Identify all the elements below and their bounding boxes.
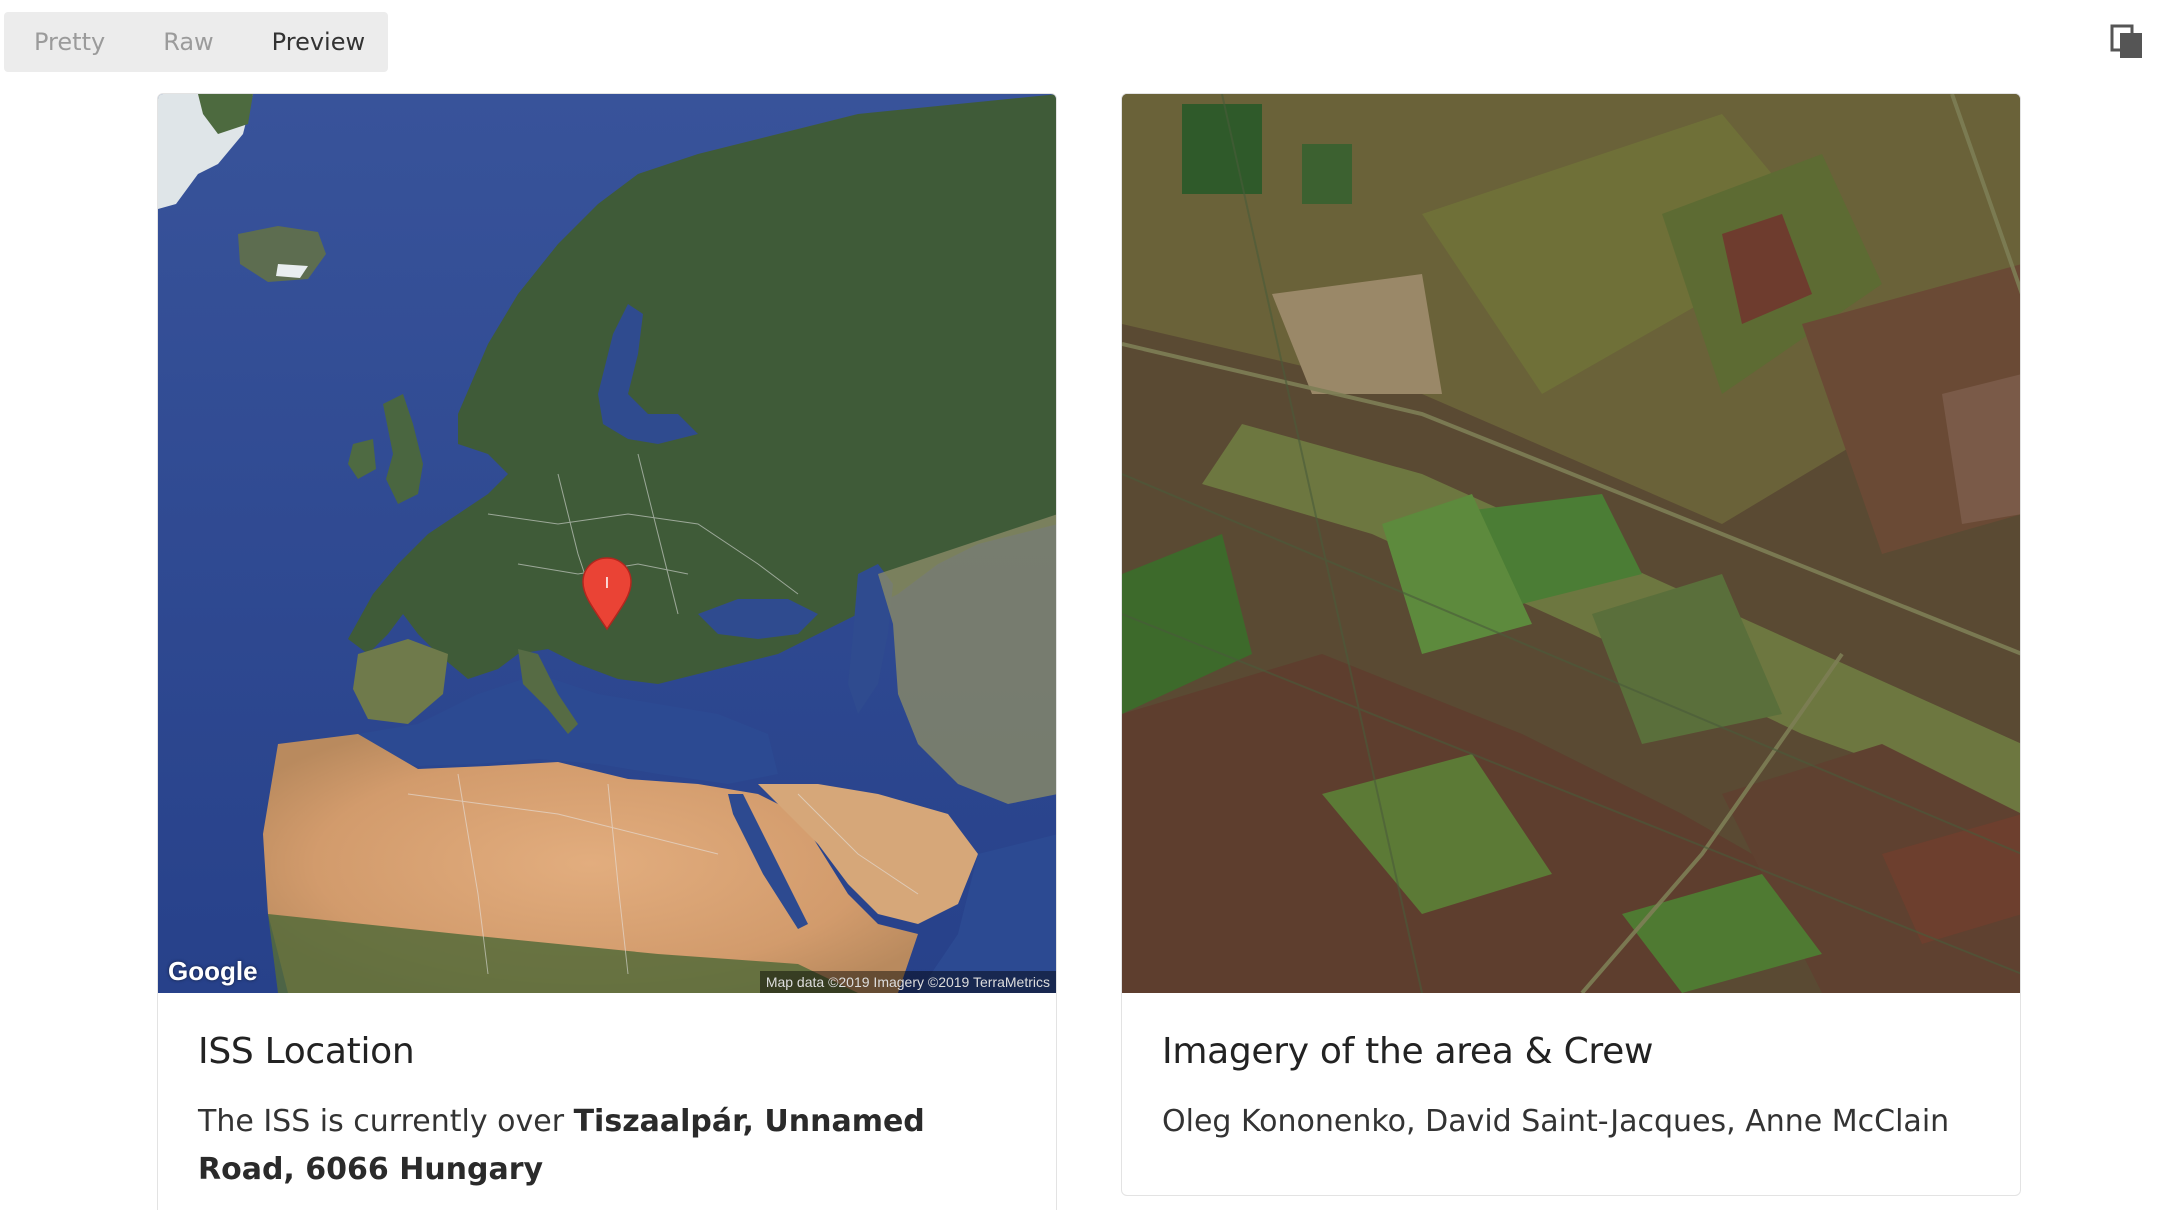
satellite-imagery	[1122, 94, 2020, 995]
location-text-prefix: The ISS is currently over	[198, 1104, 574, 1139]
tab-preview[interactable]: Preview	[272, 12, 365, 72]
preview-viewport: Pretty Raw Preview I Google Map data ©20…	[0, 0, 2162, 1210]
card-title: Imagery of the area & Crew	[1162, 1031, 1654, 1072]
tab-raw[interactable]: Raw	[163, 12, 213, 72]
iss-location-card: I Google Map data ©2019 Imagery ©2019 Te…	[157, 93, 1057, 1210]
card-body: ISS Location The ISS is currently over T…	[158, 993, 1056, 1194]
card-body: Imagery of the area & Crew Oleg Kononenk…	[1122, 993, 2020, 1146]
view-mode-toggle: Pretty Raw Preview	[4, 12, 388, 72]
svg-text:I: I	[605, 575, 609, 592]
area-imagery	[1122, 94, 2020, 995]
google-logo: Google	[168, 956, 258, 986]
imagery-crew-card: Imagery of the area & Crew Oleg Kononenk…	[1121, 93, 2021, 1196]
card-title: ISS Location	[198, 1031, 415, 1072]
location-description: The ISS is currently over Tiszaalpár, Un…	[198, 1098, 1016, 1194]
copy-icon[interactable]	[2110, 24, 2144, 60]
map-attribution[interactable]: Map data ©2019 Imagery ©2019 TerraMetric…	[759, 971, 1056, 993]
crew-list: Oleg Kononenko, David Saint-Jacques, Ann…	[1162, 1104, 1950, 1139]
satellite-map: I	[158, 94, 1056, 993]
tab-pretty[interactable]: Pretty	[34, 12, 105, 72]
iss-location-map[interactable]: I Google Map data ©2019 Imagery ©2019 Te…	[158, 94, 1056, 993]
